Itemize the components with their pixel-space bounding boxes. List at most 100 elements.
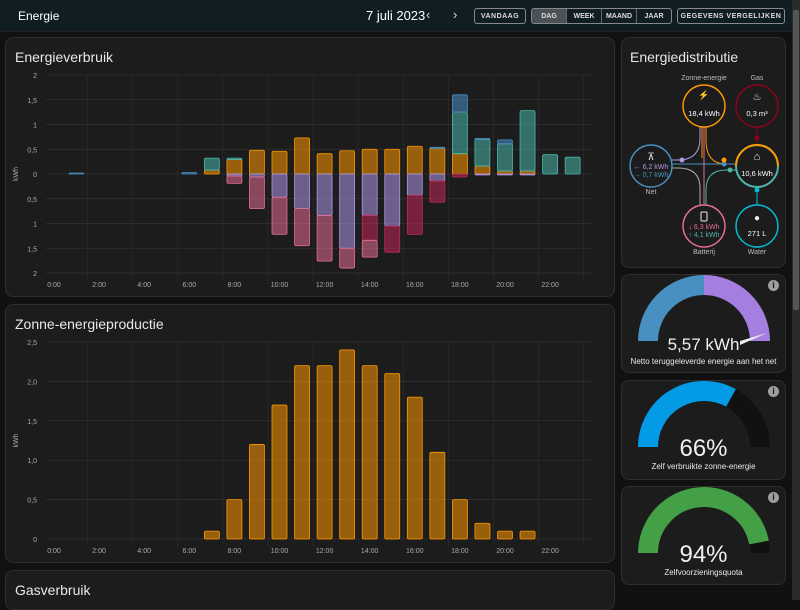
y-tick-label: 1 [33,123,37,130]
bar-solar_to_grid [226,175,243,184]
bar-solar_to_battery [316,173,333,216]
x-tick-label: 6:00 [182,548,196,555]
energy-distribution-card: Energiedistributie ⚡ ♨ ⊼ ⌂ ● Zonne-energ… [621,37,786,268]
bar-solar_to_battery [384,173,401,227]
y-tick-label: 0,5 [27,498,37,505]
chevron-right-icon[interactable]: › [453,7,457,22]
y-axis-label: kWh [13,167,20,181]
bar-solar [339,349,356,540]
current-date: 7 juli 2023 [366,8,426,23]
gas-usage-card: Gasverbruik [5,570,615,610]
y-tick-label: 0 [33,172,37,179]
compare-data-button[interactable]: GEGEVENS VERGELIJKEN [677,8,785,24]
x-tick-label: 4:00 [137,282,151,289]
gauge-value: 94% [679,541,728,568]
bar-solar_to_battery [339,173,356,249]
bar-battery_to_grid [406,194,423,235]
bar-battery_to_grid [429,180,446,203]
bar-grid_import [429,146,446,149]
bar-grid_import [497,139,513,145]
bar-solar [271,150,288,175]
bar-battery_out [226,157,243,161]
x-tick-label: 16:00 [406,282,424,289]
transmission-tower-icon: ⊼ [647,152,654,163]
energy-usage-card: Energieverbruik 2 1,5 1 0,5 0 0,5 1 1,5 2 0:00 2:0… [5,37,615,297]
bar-solar_to_grid [339,247,356,269]
home-icon: ⌂ [754,151,761,163]
gauge-export-arc [703,275,770,342]
bar-solar [497,170,513,175]
bar-solar [519,170,536,175]
bar-solar [249,149,265,175]
bar-solar [384,148,401,175]
bar-grid_import [68,172,85,175]
bar-solar [316,365,333,540]
gauge-label: Zelfvoorzieningsquota [664,568,743,577]
x-tick-label: 12:00 [316,282,334,289]
bar-solar [474,522,491,540]
bar-solar_to_battery [361,173,378,216]
bar-solar [294,365,310,540]
water-drop-icon: ● [754,213,760,224]
x-tick-label: 18:00 [451,282,469,289]
period-month[interactable]: MAAND [602,9,637,23]
bar-solar [474,165,491,175]
self-sufficiency-gauge-card: i 94% Zelfvoorzieningsquota [621,486,786,585]
grid-export-value: → 0,7 kWh [633,172,669,179]
solar-label: Zonne-energie [681,75,727,82]
period-week[interactable]: WEEK [567,9,602,23]
x-tick-label: 4:00 [137,548,151,555]
x-tick-label: 22:00 [541,282,559,289]
y-tick-label: 2,0 [27,379,37,386]
bar-solar [429,147,446,175]
x-tick-label: 18:00 [451,548,469,555]
bar-solar [451,153,468,175]
bar-grid_import [181,172,198,175]
gauge-label: Zelf verbruikte zonne-energie [651,462,756,471]
x-tick-label: 10:00 [271,282,289,289]
x-tick-label: 12:00 [316,548,334,555]
bar-solar [339,150,356,175]
gas-label: Gas [750,75,764,82]
bar-battery_out [519,110,536,172]
period-day[interactable]: DAG [532,9,567,23]
bar-battery_to_grid [384,225,401,253]
battery-in-value: ↓ 6,3 kWh [688,224,720,231]
y-tick-label: 0 [33,537,37,544]
chevron-left-icon[interactable]: ‹ [426,7,430,22]
grid-import-value: ← 6,2 kWh [633,164,669,171]
bar-solar_to_battery [271,173,288,198]
solar-production-chart: 2,5 2,0 1,5 1,0 0,5 0 0:00 2:00 4:00 6:00 8:00 10:0… [13,340,591,555]
today-button[interactable]: VANDAAG [474,8,526,24]
x-tick-label: 14:00 [361,282,379,289]
bar-solar_to_grid [361,239,378,258]
y-tick-label: 0,5 [27,147,37,154]
bar-solar [519,530,536,540]
bar-solar [384,373,401,540]
bar-solar [429,451,446,540]
bar-battery_out [474,138,491,167]
x-tick-label: 8:00 [228,548,242,555]
gauge-import-arc [638,275,705,342]
bar-solar_to_grid [249,176,265,210]
gauge-label: Netto teruggeleverde energie aan het net [630,357,777,366]
y-tick-label: 0,5 [27,197,37,204]
y-tick-label: 1,5 [27,419,37,426]
bar-solar [497,530,513,540]
bar-solar [361,365,378,540]
period-year[interactable]: JAAR [637,9,671,23]
y-tick-label: 2 [33,271,37,278]
home-value: 10,6 kWh [741,169,773,178]
y-tick-label: 1,5 [27,246,37,253]
y-tick-label: 1 [33,222,37,229]
net-return-gauge-card: i 5,57 kWh Netto teruggeleverde energie … [621,274,786,373]
water-node[interactable] [735,204,779,248]
scrollbar-thumb[interactable] [793,10,799,310]
bar-solar [226,499,243,540]
fire-icon: ♨ [753,92,762,103]
bar-solar_to_battery [474,173,491,176]
bar-grid_import [474,137,491,140]
y-tick-label: 2,5 [27,340,37,347]
bar-battery_out [497,143,513,172]
x-tick-label: 8:00 [228,282,242,289]
